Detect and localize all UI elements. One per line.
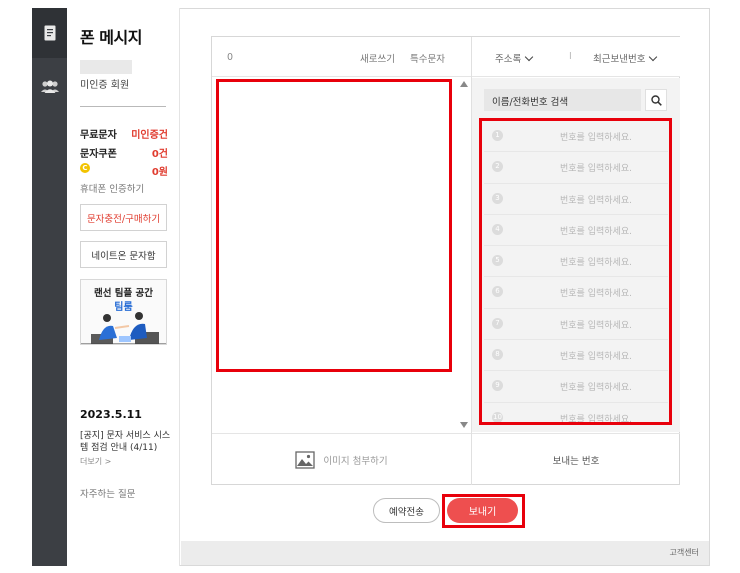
address-book-label: 주소록 xyxy=(495,54,522,65)
address-book-dropdown[interactable]: 주소록 xyxy=(495,51,534,65)
sender-number-field[interactable]: 보내는 번호 xyxy=(472,433,680,485)
rail-message[interactable] xyxy=(32,8,67,58)
reserve-send-button[interactable]: 예약전송 xyxy=(373,498,440,523)
recent-numbers-dropdown[interactable]: 최근보낸번호 xyxy=(593,51,658,65)
highlight-send-box xyxy=(442,494,525,528)
banner-line1: 랜선 팀플 공간 xyxy=(93,288,154,299)
group-icon xyxy=(40,80,59,93)
free-sms-label: 무료문자 xyxy=(80,130,117,141)
help-center-link[interactable]: 고객센터 xyxy=(670,547,699,558)
scroll-down-arrow-icon[interactable] xyxy=(460,422,468,428)
special-chars-button[interactable]: 특수문자 xyxy=(410,51,445,65)
image-icon xyxy=(295,450,316,469)
notice-link[interactable]: [공지] 문자 서비스 시스템 점검 안내 (4/11) xyxy=(80,430,172,454)
coupon-row: 문자쿠폰 0건 xyxy=(80,145,168,160)
attach-image-label: 이미지 첨부하기 xyxy=(323,455,388,467)
nateon-inbox-button[interactable]: 네이트온 문자함 xyxy=(80,241,167,268)
verify-phone-link[interactable]: 휴대폰 인증하기 xyxy=(80,181,144,195)
faq-link[interactable]: 자주하는 질문 xyxy=(80,486,135,500)
notice-date: 2023.5.11 xyxy=(80,408,142,421)
sidebar-divider xyxy=(80,106,166,107)
coin-row: C 0원 xyxy=(80,163,168,178)
icon-rail xyxy=(32,8,67,566)
charge-button[interactable]: 문자충전/구매하기 xyxy=(80,204,167,231)
attach-image-button[interactable]: 이미지 첨부하기 xyxy=(212,433,471,485)
chevron-down-icon xyxy=(524,52,534,62)
free-sms-row: 무료문자 미인증건 xyxy=(80,126,168,141)
coupon-value: 0건 xyxy=(151,149,168,160)
footer-strip: 고객센터 xyxy=(181,541,709,565)
search-button[interactable] xyxy=(645,89,667,111)
message-header: 0 새로쓰기 특수문자 xyxy=(212,37,471,77)
header-separator: I xyxy=(569,51,572,62)
sidebar: 폰 메시지 미인증 회원 무료문자 미인증건 문자쿠폰 0건 C 0원 휴대폰 … xyxy=(67,8,180,566)
char-count: 0 xyxy=(227,52,234,63)
highlight-recipient-box xyxy=(479,118,672,425)
highlight-message-box xyxy=(216,79,452,372)
notice-more-link[interactable]: 더보기 > xyxy=(80,456,111,467)
rewrite-button[interactable]: 새로쓰기 xyxy=(360,51,395,65)
member-status: 미인증 회원 xyxy=(80,80,130,91)
free-sms-value: 미인증건 xyxy=(131,130,168,141)
search-icon xyxy=(650,94,662,106)
recipient-search-input[interactable]: 이름/전화번호 검색 xyxy=(484,89,641,111)
coin-value: 0원 xyxy=(151,167,168,178)
document-icon xyxy=(44,25,55,41)
teamroom-banner[interactable]: 랜선 팀플 공간 팀룸 xyxy=(80,279,167,345)
teamwork-illustration-icon xyxy=(81,312,166,344)
user-name-blurred xyxy=(80,60,132,74)
coupon-label: 문자쿠폰 xyxy=(80,149,117,160)
message-scrollbar[interactable] xyxy=(457,77,471,432)
recent-numbers-label: 최근보낸번호 xyxy=(593,54,646,65)
recipient-header: 주소록 I 최근보낸번호 xyxy=(472,37,680,77)
chevron-down-icon xyxy=(649,52,658,62)
rail-contacts[interactable] xyxy=(32,62,67,112)
page-title: 폰 메시지 xyxy=(80,28,142,47)
coin-icon: C xyxy=(80,163,90,173)
sender-number-label: 보내는 번호 xyxy=(552,455,600,467)
scroll-up-arrow-icon[interactable] xyxy=(460,81,468,87)
